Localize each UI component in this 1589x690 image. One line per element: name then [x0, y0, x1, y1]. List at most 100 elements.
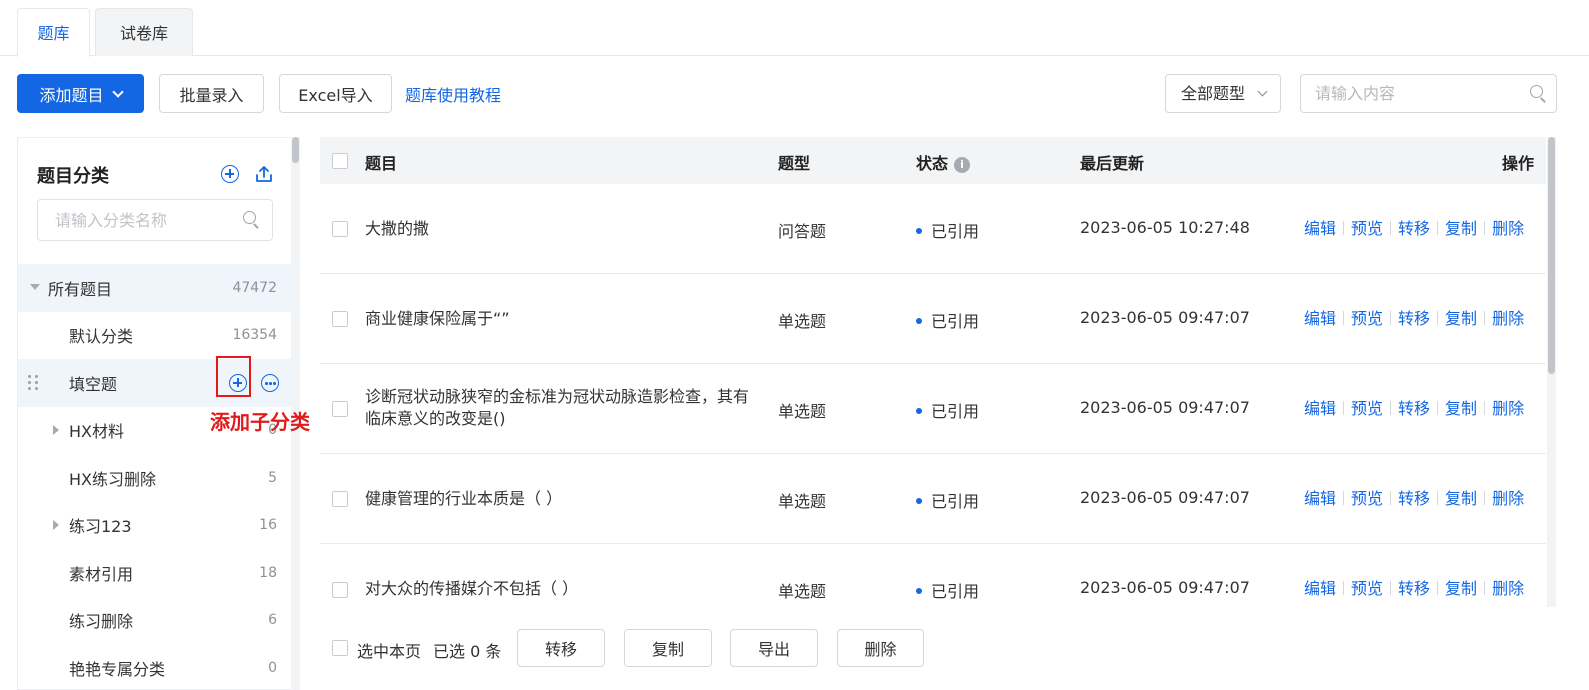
copy-link[interactable]: 复制	[1445, 489, 1477, 508]
tab-paper-bank[interactable]: 试卷库	[95, 8, 193, 56]
category-search-input[interactable]	[37, 199, 273, 241]
row-updated: 2023-06-05 10:27:48	[1080, 218, 1250, 237]
add-question-button[interactable]: 添加题目	[17, 74, 144, 113]
row-status: 已引用	[916, 578, 979, 602]
select-all-checkbox[interactable]	[332, 153, 348, 169]
row-ops: 编辑 预览 转移 复制 删除	[1304, 305, 1524, 329]
add-subcategory-icon[interactable]	[229, 374, 247, 392]
caret-right-icon[interactable]	[53, 424, 59, 435]
header-ops: 操作	[1502, 154, 1535, 173]
select-page-checkbox[interactable]	[332, 640, 348, 656]
table-scrollbar[interactable]	[1547, 137, 1556, 607]
row-checkbox[interactable]	[332, 491, 348, 507]
more-icon[interactable]	[261, 374, 279, 392]
copy-link[interactable]: 复制	[1445, 399, 1477, 418]
transfer-link[interactable]: 转移	[1398, 219, 1430, 238]
sidebar-item-practice-delete[interactable]: 练习删除 6	[18, 597, 291, 645]
row-checkbox[interactable]	[332, 401, 348, 417]
excel-import-button[interactable]: Excel导入	[279, 74, 392, 113]
preview-link[interactable]: 预览	[1351, 399, 1383, 418]
preview-link[interactable]: 预览	[1351, 489, 1383, 508]
row-ops: 编辑 预览 转移 复制 删除	[1304, 215, 1524, 239]
sidebar-item-count: 47472	[232, 279, 277, 296]
drag-handle-icon[interactable]	[28, 375, 40, 391]
caret-down-icon[interactable]	[30, 284, 40, 290]
transfer-link[interactable]: 转移	[1398, 579, 1430, 598]
row-title: 大撒的撒	[365, 219, 430, 238]
edit-link[interactable]: 编辑	[1304, 579, 1336, 598]
sidebar-item-count: 0	[268, 659, 277, 676]
sidebar-item-label: 素材引用	[69, 564, 134, 584]
sidebar-item-hx-practice-delete[interactable]: HX练习删除 5	[18, 454, 291, 502]
upload-icon[interactable]	[254, 164, 274, 184]
sidebar-item-label: 所有题目	[48, 279, 113, 299]
tutorial-link[interactable]: 题库使用教程	[405, 82, 501, 106]
sidebar-item-practice-123[interactable]: 练习123 16	[18, 502, 291, 550]
row-checkbox[interactable]	[332, 221, 348, 237]
preview-link[interactable]: 预览	[1351, 219, 1383, 238]
row-status-label: 已引用	[931, 402, 980, 421]
sidebar-item-count: 5	[268, 469, 277, 486]
chevron-down-icon	[111, 85, 124, 98]
sidebar-item-label: HX材料	[69, 422, 124, 442]
row-updated: 2023-06-05 09:47:07	[1080, 308, 1250, 327]
row-status-label: 已引用	[931, 222, 980, 241]
row-checkbox[interactable]	[332, 311, 348, 327]
batch-entry-button[interactable]: 批量录入	[159, 74, 264, 113]
row-status: 已引用	[916, 398, 979, 422]
transfer-link[interactable]: 转移	[1398, 399, 1430, 418]
copy-link[interactable]: 复制	[1445, 219, 1477, 238]
edit-link[interactable]: 编辑	[1304, 309, 1336, 328]
copy-link[interactable]: 复制	[1445, 579, 1477, 598]
table-footer: 选中本页 已选 0 条 转移 复制 导出 删除	[320, 628, 1546, 668]
sidebar-item-material-ref[interactable]: 素材引用 18	[18, 549, 291, 597]
row-status-label: 已引用	[931, 492, 980, 511]
search-icon[interactable]	[1529, 84, 1547, 103]
status-dot	[916, 228, 922, 234]
delete-link[interactable]: 删除	[1492, 219, 1524, 238]
delete-link[interactable]: 删除	[1492, 489, 1524, 508]
bulk-transfer-button[interactable]: 转移	[517, 629, 605, 667]
transfer-link[interactable]: 转移	[1398, 309, 1430, 328]
row-type: 单选题	[778, 582, 827, 601]
status-dot	[916, 408, 922, 414]
question-type-value: 全部题型	[1181, 84, 1246, 103]
caret-right-icon[interactable]	[53, 519, 59, 530]
annotation-add-subcategory: 添加子分类	[210, 410, 310, 434]
sidebar-item-count: 16354	[232, 327, 277, 344]
header-title: 题目	[365, 154, 398, 173]
table-row: 对大众的传播媒介不包括（ ） 单选题 已引用 2023-06-05 09:47:…	[320, 544, 1546, 634]
add-category-icon[interactable]	[221, 165, 239, 183]
transfer-link[interactable]: 转移	[1398, 489, 1430, 508]
preview-link[interactable]: 预览	[1351, 579, 1383, 598]
row-ops: 编辑 预览 转移 复制 删除	[1304, 485, 1524, 509]
status-dot	[916, 318, 922, 324]
bulk-delete-button[interactable]: 删除	[837, 629, 924, 667]
search-icon[interactable]	[242, 210, 260, 229]
row-checkbox[interactable]	[332, 582, 348, 598]
header-status: 状态 i	[916, 150, 971, 174]
info-icon[interactable]: i	[954, 157, 971, 173]
sidebar-item-yanyan[interactable]: 艳艳专属分类 0	[18, 644, 291, 689]
header-status-label: 状态	[916, 154, 949, 173]
row-status-label: 已引用	[931, 582, 980, 601]
copy-link[interactable]: 复制	[1445, 309, 1477, 328]
delete-link[interactable]: 删除	[1492, 579, 1524, 598]
tab-question-bank[interactable]: 题库	[17, 8, 90, 57]
preview-link[interactable]: 预览	[1351, 309, 1383, 328]
delete-link[interactable]: 删除	[1492, 399, 1524, 418]
bulk-copy-button[interactable]: 复制	[624, 629, 712, 667]
delete-link[interactable]: 删除	[1492, 309, 1524, 328]
content-search-input[interactable]	[1300, 74, 1557, 113]
bulk-export-button[interactable]: 导出	[730, 629, 818, 667]
edit-link[interactable]: 编辑	[1304, 489, 1336, 508]
row-updated: 2023-06-05 09:47:07	[1080, 578, 1250, 597]
question-type-select[interactable]: 全部题型	[1165, 74, 1281, 113]
sidebar-item-all[interactable]: 所有题目 47472	[18, 264, 291, 312]
sidebar-item-default[interactable]: 默认分类 16354	[18, 312, 291, 360]
edit-link[interactable]: 编辑	[1304, 219, 1336, 238]
row-updated: 2023-06-05 09:47:07	[1080, 488, 1250, 507]
sidebar-item-count: 6	[268, 612, 277, 629]
sidebar-item-fill-blank[interactable]: 填空题	[18, 359, 291, 407]
edit-link[interactable]: 编辑	[1304, 399, 1336, 418]
